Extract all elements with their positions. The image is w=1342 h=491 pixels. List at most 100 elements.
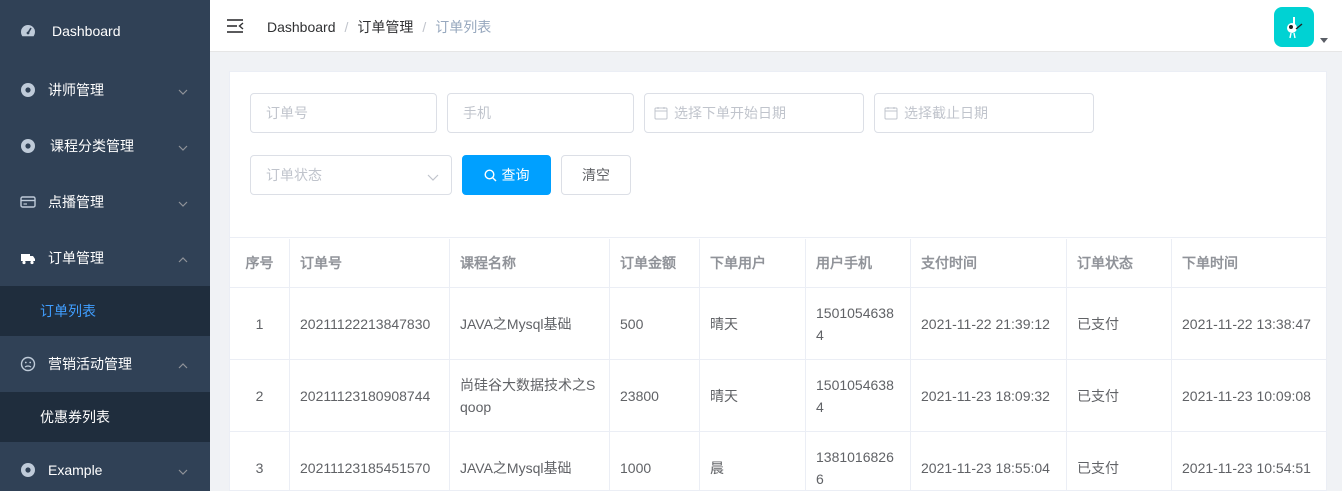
table-cell: 3 bbox=[230, 432, 290, 491]
order-submenu: 订单列表 bbox=[0, 286, 210, 336]
phone-placeholder: 手机 bbox=[463, 105, 491, 121]
breadcrumb: Dashboard / 订单管理 / 订单列表 bbox=[267, 18, 491, 36]
end-date-placeholder: 选择截止日期 bbox=[904, 105, 988, 121]
chevron-up-icon bbox=[178, 252, 188, 263]
sidebar: Dashboard 讲师管理 课程分类管理 点播管理 订单管理 订单列表 营销活… bbox=[0, 0, 210, 491]
table-header: 序号 bbox=[230, 239, 290, 287]
navbar: Dashboard / 订单管理 / 订单列表 bbox=[210, 0, 1342, 52]
table-row[interactable]: 2 20211123180908744 尚硅谷大数据技术之Sqoop 23800… bbox=[230, 360, 1326, 432]
breadcrumb-separator: / bbox=[344, 19, 349, 35]
breadcrumb-current: 订单列表 bbox=[435, 19, 492, 35]
phone-input[interactable]: 手机 bbox=[447, 93, 634, 133]
caret-down-icon[interactable] bbox=[1320, 38, 1328, 43]
sidebar-item-label: 订单管理 bbox=[48, 250, 104, 266]
sidebar-item-example[interactable]: Example bbox=[0, 442, 210, 491]
table-header: 下单用户 bbox=[700, 239, 806, 287]
sidebar-item-dashboard[interactable]: Dashboard bbox=[0, 0, 210, 62]
sidebar-item-label: 点播管理 bbox=[48, 194, 104, 210]
table-header: 订单状态 bbox=[1067, 239, 1172, 287]
calendar-icon bbox=[654, 106, 668, 120]
table-cell: 晴天 bbox=[700, 288, 806, 359]
table-cell: 15010546384 bbox=[806, 360, 911, 431]
user-menu[interactable] bbox=[1274, 7, 1328, 47]
breadcrumb-orders[interactable]: 订单管理 bbox=[357, 18, 413, 36]
end-date-picker[interactable]: 选择截止日期 bbox=[874, 93, 1094, 133]
table-cell: 2021-11-23 18:55:04 bbox=[911, 432, 1067, 491]
sidebar-item-label: 讲师管理 bbox=[48, 82, 104, 98]
face-icon bbox=[20, 356, 36, 372]
table-cell: 1 bbox=[230, 288, 290, 359]
sidebar-item-vod[interactable]: 点播管理 bbox=[0, 174, 210, 230]
clear-button[interactable]: 清空 bbox=[561, 155, 631, 195]
table-cell: 晨 bbox=[700, 432, 806, 491]
table-cell: 1000 bbox=[610, 432, 700, 491]
sidebar-item-label: 营销活动管理 bbox=[48, 356, 132, 372]
sidebar-item-label: 订单列表 bbox=[40, 303, 96, 319]
circle-icon bbox=[20, 82, 36, 98]
table-cell: 已支付 bbox=[1067, 432, 1172, 491]
table-cell: 尚硅谷大数据技术之Sqoop bbox=[450, 360, 610, 431]
table-cell: 20211123180908744 bbox=[290, 360, 450, 431]
table-header: 支付时间 bbox=[911, 239, 1067, 287]
sidebar-item-teacher[interactable]: 讲师管理 bbox=[0, 62, 210, 118]
table-cell: 20211122213847830 bbox=[290, 288, 450, 359]
orders-table: 序号 订单号 课程名称 订单金额 下单用户 用户手机 支付时间 订单状态 下单时… bbox=[230, 239, 1326, 491]
dashboard-icon bbox=[20, 23, 36, 39]
table-cell: 已支付 bbox=[1067, 288, 1172, 359]
table-row[interactable]: 1 20211122213847830 JAVA之Mysql基础 500 晴天 … bbox=[230, 288, 1326, 360]
search-button[interactable]: 查询 bbox=[462, 155, 551, 195]
marketing-submenu: 优惠券列表 bbox=[0, 392, 210, 442]
table-cell: 2021-11-23 10:09:08 bbox=[1182, 387, 1311, 404]
breadcrumb-separator: / bbox=[422, 19, 427, 35]
chevron-down-icon bbox=[178, 140, 188, 151]
start-date-picker[interactable]: 选择下单开始日期 bbox=[644, 93, 864, 133]
sidebar-item-label: 课程分类管理 bbox=[50, 138, 134, 154]
truck-icon bbox=[20, 250, 36, 266]
clear-label: 清空 bbox=[582, 167, 610, 183]
sidebar-item-orders[interactable]: 订单管理 bbox=[0, 230, 210, 286]
circle-icon bbox=[20, 462, 36, 478]
table-header: 订单号 bbox=[290, 239, 450, 287]
sidebar-item-order-list[interactable]: 订单列表 bbox=[0, 286, 210, 336]
table-cell: 2 bbox=[230, 360, 290, 431]
main-card: 订单号 手机 选择下单开始日期 选择截止日期 订单状态 查询 清空 序号 订单号 bbox=[229, 71, 1327, 491]
breadcrumb-dashboard[interactable]: Dashboard bbox=[267, 18, 336, 36]
table-cell: 13810168266 bbox=[806, 432, 911, 491]
table-cell: JAVA之Mysql基础 bbox=[450, 288, 610, 359]
chevron-down-icon bbox=[427, 170, 439, 186]
start-date-placeholder: 选择下单开始日期 bbox=[674, 105, 786, 121]
table-header: 下单时间 bbox=[1182, 255, 1238, 271]
order-no-placeholder: 订单号 bbox=[266, 105, 308, 121]
sidebar-item-label: Dashboard bbox=[52, 23, 121, 39]
table-header: 用户手机 bbox=[806, 239, 911, 287]
status-select[interactable]: 订单状态 bbox=[250, 155, 452, 195]
avatar[interactable] bbox=[1274, 7, 1314, 47]
table-cell: 23800 bbox=[610, 360, 700, 431]
table-cell: 2021-11-22 21:39:12 bbox=[911, 288, 1067, 359]
table-cell: 2021-11-23 18:09:32 bbox=[911, 360, 1067, 431]
table-cell: 500 bbox=[610, 288, 700, 359]
table-cell: 15010546384 bbox=[806, 288, 911, 359]
sidebar-item-label: 优惠券列表 bbox=[40, 409, 110, 425]
order-no-input[interactable]: 订单号 bbox=[250, 93, 437, 133]
circle-icon bbox=[20, 138, 36, 154]
chevron-down-icon bbox=[178, 464, 188, 475]
calendar-icon bbox=[884, 106, 898, 120]
chevron-down-icon bbox=[178, 84, 188, 95]
table-row[interactable]: 3 20211123185451570 JAVA之Mysql基础 1000 晨 … bbox=[230, 432, 1326, 491]
card-icon bbox=[20, 194, 36, 210]
filter-form: 订单号 手机 选择下单开始日期 选择截止日期 订单状态 查询 清空 bbox=[230, 72, 1326, 238]
status-placeholder: 订单状态 bbox=[266, 167, 322, 183]
sidebar-item-coupon-list[interactable]: 优惠券列表 bbox=[0, 392, 210, 442]
table-header: 订单金额 bbox=[610, 239, 700, 287]
table-cell: 已支付 bbox=[1067, 360, 1172, 431]
table-cell: 2021-11-23 10:54:51 bbox=[1182, 459, 1311, 476]
sidebar-item-label: Example bbox=[48, 462, 103, 478]
sidebar-item-marketing[interactable]: 营销活动管理 bbox=[0, 336, 210, 392]
chevron-up-icon bbox=[178, 358, 188, 369]
hamburger-icon[interactable] bbox=[226, 17, 244, 35]
search-icon bbox=[483, 168, 497, 182]
sidebar-item-course-category[interactable]: 课程分类管理 bbox=[0, 118, 210, 174]
table-cell: JAVA之Mysql基础 bbox=[450, 432, 610, 491]
table-cell: 晴天 bbox=[700, 360, 806, 431]
